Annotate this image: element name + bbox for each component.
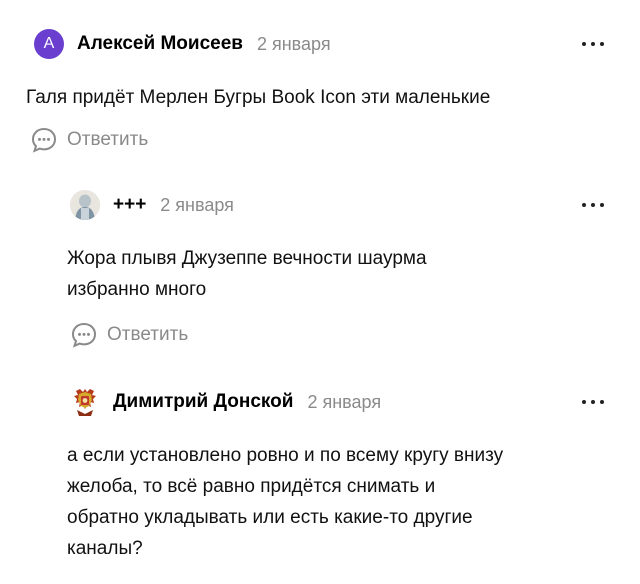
author-name[interactable]: Алексей Моисеев <box>77 33 243 55</box>
comment-text-line: избранно много <box>67 279 207 300</box>
reply-label: Ответить <box>107 324 189 345</box>
reply-button[interactable]: Ответить <box>30 125 148 155</box>
comment-text: Галя придёт Мерлен Бугры Book Icon эти м… <box>26 82 490 113</box>
comment-date: 2 января <box>160 194 234 215</box>
comment-date: 2 января <box>256 33 331 54</box>
reply-button[interactable]: Ответить <box>70 320 188 350</box>
comment-text: Жора плывя Джузеппе вечности шаурма избр… <box>67 243 427 305</box>
comment-text-line: желоба, то всё равно придётся снимать и <box>67 476 436 497</box>
avatar[interactable] <box>70 190 100 220</box>
speech-bubble-icon <box>31 127 57 153</box>
comment-text-line: каналы? <box>67 538 143 559</box>
comment-text-line: обратно укладывать или есть какие-то дру… <box>67 507 473 528</box>
avatar[interactable] <box>70 387 100 417</box>
comment-header: Димитрий Донской 2 января <box>70 386 381 418</box>
comment-text: а если установлено ровно и по всему круг… <box>67 440 503 564</box>
more-dots-icon[interactable] <box>582 399 604 405</box>
more-dots-icon[interactable] <box>582 41 604 47</box>
author-name[interactable]: +++ <box>113 194 146 216</box>
speech-bubble-icon <box>71 322 97 348</box>
comment-header: А Алексей Моисеев 2 января <box>34 28 331 60</box>
avatar[interactable]: А <box>34 29 64 59</box>
comment-text-line: Галя придёт Мерлен Бугры Book Icon эти м… <box>26 87 491 108</box>
photo-avatar-icon <box>70 190 100 220</box>
comment-text-line: а если установлено ровно и по всему круг… <box>67 445 504 466</box>
avatar-letter: А <box>43 35 55 52</box>
comment-header: +++ 2 января <box>70 189 234 221</box>
comment-date: 2 января <box>307 391 382 412</box>
reply-label: Ответить <box>67 129 149 150</box>
more-dots-icon[interactable] <box>582 202 604 208</box>
coat-of-arms-icon <box>74 389 96 416</box>
author-name[interactable]: Димитрий Донской <box>113 391 293 413</box>
comment-text-line: Жора плывя Джузеппе вечности шаурма <box>67 248 427 269</box>
